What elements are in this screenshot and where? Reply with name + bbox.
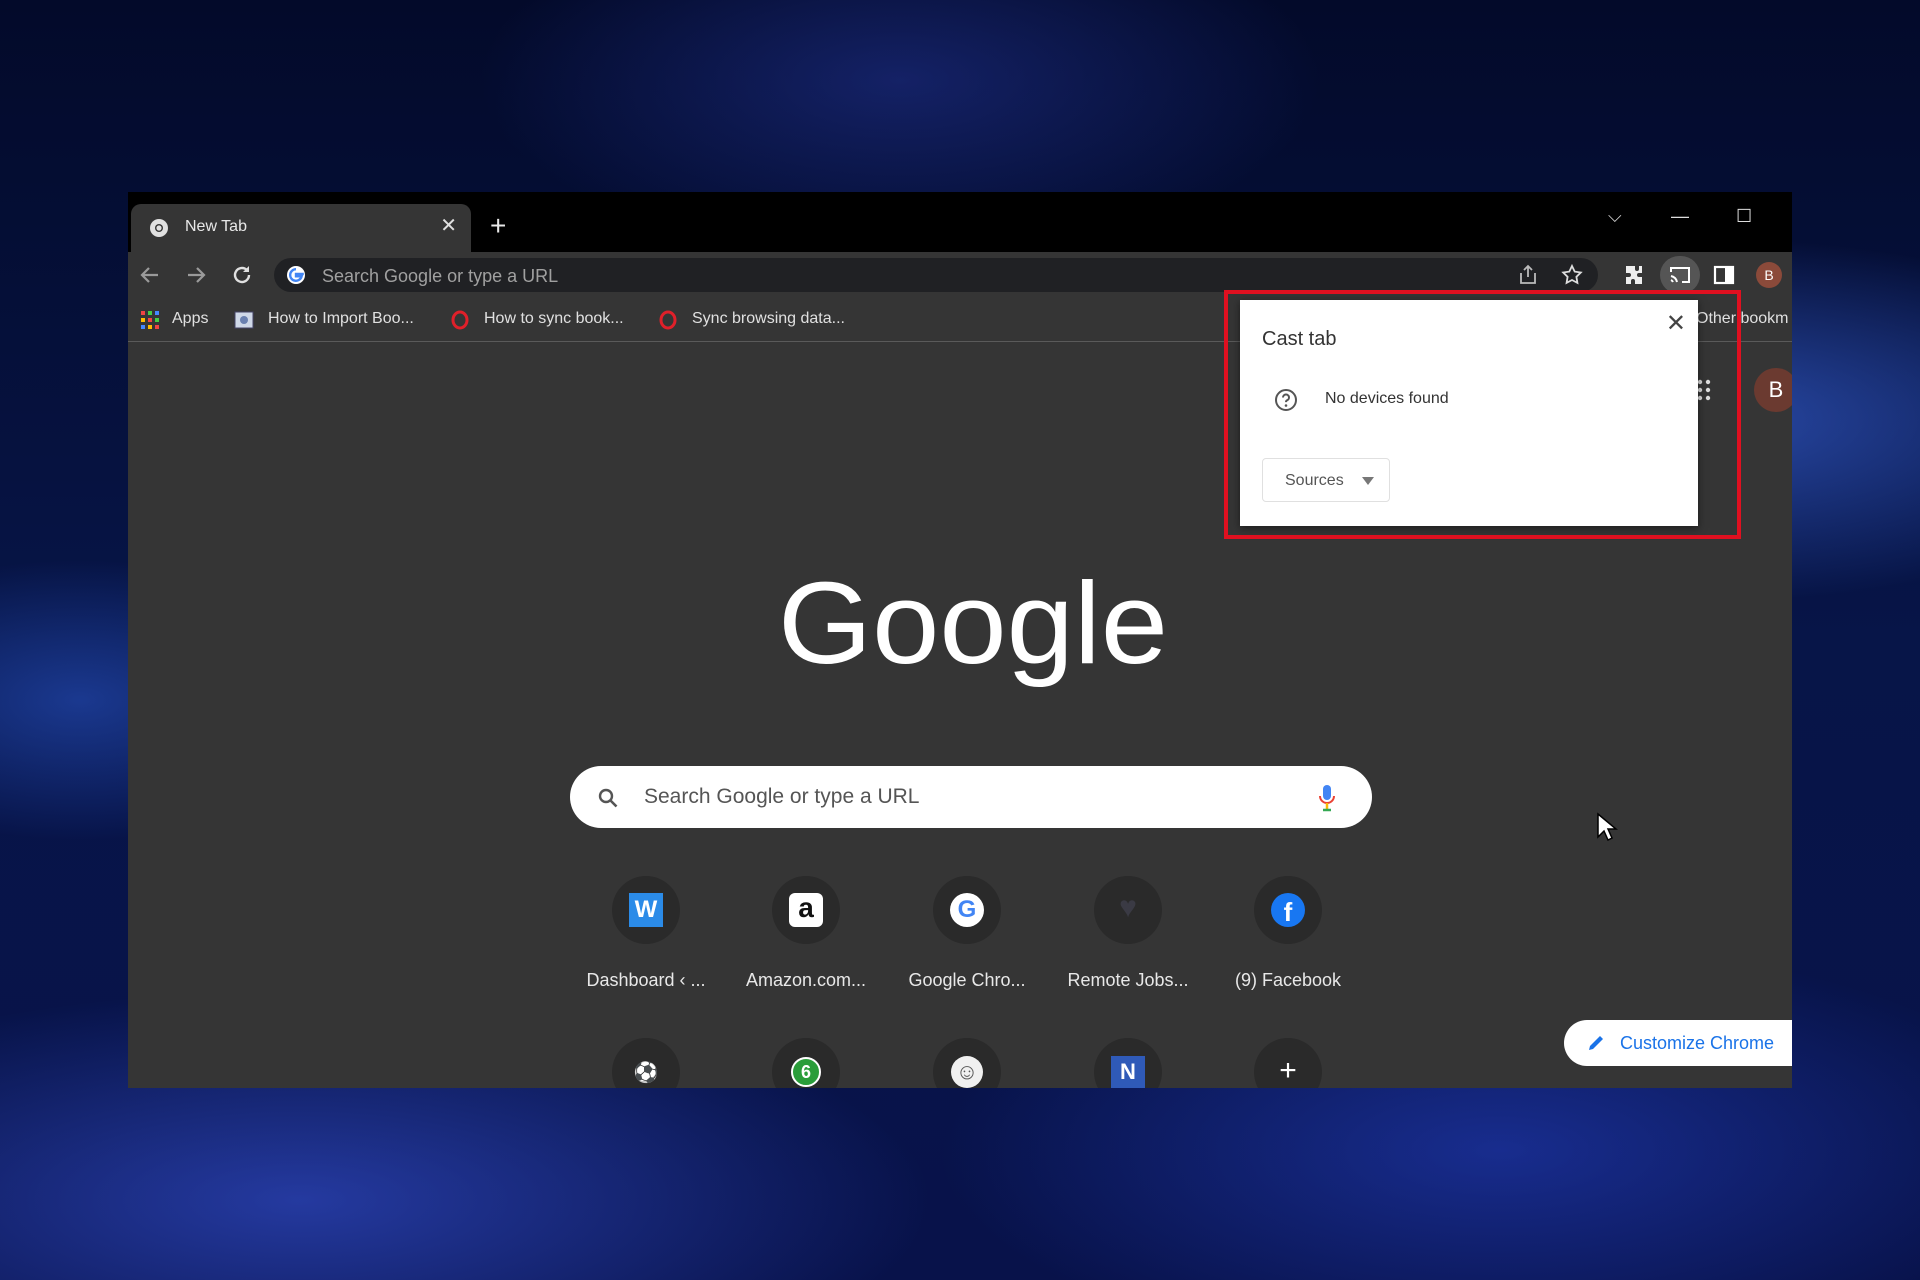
- smiley-icon: ☺: [951, 1056, 983, 1088]
- add-shortcut[interactable]: +: [1218, 1038, 1358, 1088]
- extensions-icon[interactable]: [1622, 263, 1646, 287]
- bookmark-sync[interactable]: How to sync book...: [484, 310, 624, 328]
- opera-icon: [659, 310, 677, 330]
- tab-title: New Tab: [185, 218, 247, 235]
- amazon-icon: a: [789, 893, 823, 927]
- add-icon: +: [1279, 1054, 1297, 1087]
- maximize-button[interactable]: ☐: [1736, 206, 1752, 227]
- tab-new-tab[interactable]: New Tab ✕: [131, 204, 471, 252]
- google-icon: [287, 266, 305, 284]
- google-logo-text: Google: [778, 568, 1168, 688]
- heart-icon: ♥: [1119, 891, 1137, 924]
- shortcut-label: Google Chro...: [908, 970, 1026, 990]
- highlight-box: [1224, 290, 1741, 539]
- google-logo: Google: [778, 568, 1168, 688]
- shortcut-icon-circle: ♥: [1094, 876, 1162, 944]
- tab-close-icon[interactable]: ✕: [440, 216, 457, 236]
- shortcut-dashboard[interactable]: W Dashboard ‹ ...: [576, 876, 716, 991]
- shortcut-icon-circle: N: [1094, 1038, 1162, 1088]
- bookmark-sync-data[interactable]: Sync browsing data...: [692, 310, 845, 328]
- facebook-icon: f: [1271, 893, 1305, 927]
- shortcut-remote-jobs[interactable]: ♥ Remote Jobs...: [1058, 876, 1198, 991]
- ntp-search-placeholder: Search Google or type a URL: [644, 785, 920, 808]
- shortcut-icon-circle: ☺: [933, 1038, 1001, 1088]
- shortcut-label: (9) Facebook: [1234, 970, 1342, 990]
- cast-button[interactable]: [1660, 256, 1700, 294]
- six-badge-icon: 6: [791, 1057, 821, 1087]
- google-icon: G: [950, 893, 984, 927]
- back-icon[interactable]: [138, 263, 162, 287]
- apps-grid-icon: [141, 311, 159, 329]
- tab-search-icon[interactable]: ⌵: [1608, 206, 1622, 227]
- shortcut-row2-2[interactable]: 6: [736, 1038, 876, 1088]
- shortcut-icon-circle: G: [933, 876, 1001, 944]
- shortcut-label: Amazon.com...: [745, 970, 867, 990]
- shortcut-google-chrome[interactable]: G Google Chro...: [897, 876, 1037, 991]
- customize-chrome-label: Customize Chrome: [1620, 1033, 1775, 1053]
- new-tab-button[interactable]: +: [490, 212, 506, 240]
- n-logo-icon: N: [1111, 1056, 1145, 1088]
- share-icon[interactable]: [1516, 263, 1540, 287]
- address-bar[interactable]: Search Google or type a URL: [274, 258, 1598, 292]
- shortcut-icon-circle: +: [1254, 1038, 1322, 1088]
- reload-icon[interactable]: [230, 263, 254, 287]
- shortcut-icon-circle: W: [612, 876, 680, 944]
- shortcut-facebook[interactable]: f (9) Facebook: [1218, 876, 1358, 991]
- shortcut-label: Dashboard ‹ ...: [586, 970, 706, 990]
- minimize-button[interactable]: —: [1671, 206, 1689, 227]
- shortcut-icon-circle: f: [1254, 876, 1322, 944]
- address-bar-placeholder: Search Google or type a URL: [322, 266, 559, 286]
- bookmark-star-icon[interactable]: [1560, 263, 1584, 287]
- customize-chrome-button[interactable]: Customize Chrome: [1564, 1020, 1792, 1066]
- profile-avatar[interactable]: B: [1756, 262, 1782, 288]
- bookmark-page-icon: [234, 311, 254, 329]
- opera-icon: [451, 310, 469, 330]
- tab-strip: New Tab ✕ + ⌵ — ☐: [128, 192, 1792, 252]
- shortcut-icon-circle: 6: [772, 1038, 840, 1088]
- mouse-cursor-icon: [1597, 812, 1618, 842]
- ntp-search-box[interactable]: Search Google or type a URL: [570, 766, 1372, 828]
- ntp-profile-avatar[interactable]: B: [1754, 368, 1792, 412]
- bookmark-apps[interactable]: Apps: [172, 310, 208, 328]
- chrome-icon: [150, 219, 168, 237]
- shortcut-amazon[interactable]: a Amazon.com...: [736, 876, 876, 991]
- cast-icon: [1670, 267, 1690, 283]
- shortcut-row2-4[interactable]: N: [1058, 1038, 1198, 1088]
- side-panel-icon[interactable]: [1712, 263, 1736, 287]
- shortcut-icon-circle: a: [772, 876, 840, 944]
- wordpress-icon: W: [629, 893, 663, 927]
- search-icon: [598, 788, 618, 808]
- microphone-icon[interactable]: [1318, 784, 1336, 812]
- forward-icon[interactable]: [184, 263, 208, 287]
- shortcut-icon-circle: ⚽: [612, 1038, 680, 1088]
- shortcut-row2-1[interactable]: ⚽: [576, 1038, 716, 1088]
- bookmark-import[interactable]: How to Import Boo...: [268, 310, 414, 328]
- shortcut-label: Remote Jobs...: [1067, 970, 1189, 990]
- shortcut-row2-3[interactable]: ☺: [897, 1038, 1037, 1088]
- soccer-ball-icon: ⚽: [633, 1062, 659, 1084]
- pencil-icon: [1589, 1036, 1603, 1050]
